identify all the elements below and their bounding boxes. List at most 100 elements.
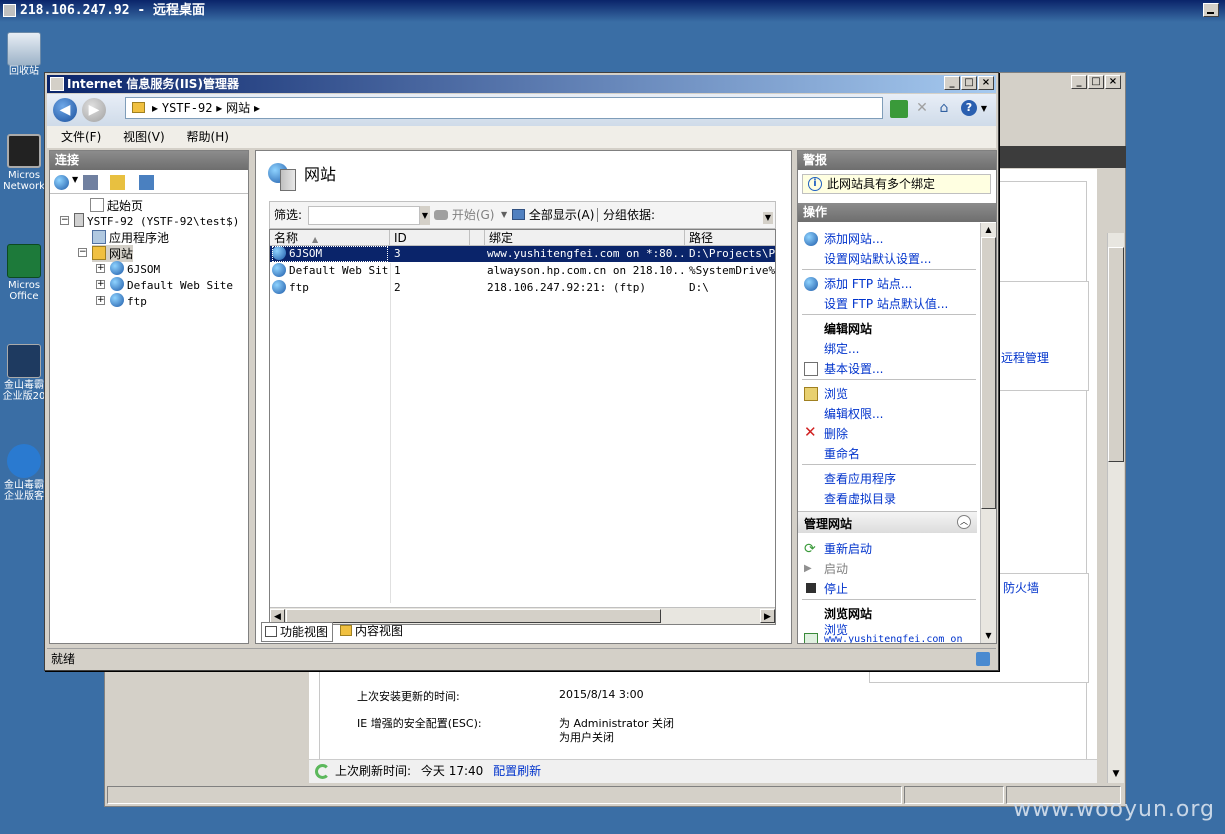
firewall-link[interactable]: 防火墙	[1003, 579, 1039, 596]
collapse-icon[interactable]: ︿	[957, 515, 971, 529]
basic-settings-link[interactable]: 基本设置...	[824, 360, 883, 377]
address-segment-sites[interactable]: 网站	[226, 101, 250, 115]
stop-link[interactable]: 停止	[824, 580, 848, 597]
content-view-icon	[340, 625, 352, 636]
disconnect-icon[interactable]	[139, 175, 154, 190]
add-ftp-link[interactable]: 添加 FTP 站点...	[824, 275, 912, 292]
alert-message: i 此网站具有多个绑定	[802, 174, 991, 194]
minimize-button[interactable]	[1203, 3, 1219, 17]
iis-titlebar[interactable]: Internet 信息服务(IIS)管理器 _ □ ×	[47, 75, 996, 93]
column-header-path[interactable]: 路径	[685, 230, 775, 246]
column-header-binding[interactable]: 绑定	[485, 230, 685, 246]
add-site-icon	[804, 232, 818, 246]
desktop-icon-kingsoft[interactable]: 金山毒霸 企业版20	[2, 344, 46, 402]
address-segment-server[interactable]: YSTF-92	[162, 101, 213, 115]
desktop-icon-office[interactable]: Micros Office	[2, 244, 46, 302]
bindings-link[interactable]: 绑定...	[824, 340, 859, 357]
column-header-name[interactable]: 名称 ▲	[270, 230, 390, 246]
maximize-button[interactable]: □	[961, 76, 977, 90]
browse-site-icon	[804, 633, 818, 643]
start-link[interactable]: 启动	[824, 560, 848, 577]
group-by-dropdown[interactable]: ▼	[763, 212, 773, 224]
tab-content-view[interactable]: 内容视图	[337, 622, 409, 642]
address-bar[interactable]: ▸ YSTF-92 ▸ 网站 ▸	[125, 97, 883, 119]
manage-site-heading: 管理网站	[804, 517, 853, 531]
collapse-toggle[interactable]: −	[78, 248, 87, 257]
page-title: 网站	[304, 165, 337, 184]
refresh-icon[interactable]	[890, 100, 908, 118]
up-folder-icon[interactable]	[110, 175, 125, 190]
scroll-down-arrow[interactable]: ▼	[981, 629, 996, 643]
help-dropdown[interactable]: ? ▼	[961, 100, 989, 118]
desktop-icon-kingsoft-client[interactable]: 金山毒霸 企业版客	[2, 444, 46, 502]
tree-item-site-default[interactable]: Default Web Site	[110, 277, 233, 292]
restart-link[interactable]: 重新启动	[824, 540, 872, 557]
remote-desktop-titlebar[interactable]: 218.106.247.92 - 远程桌面	[0, 0, 1225, 22]
expand-toggle[interactable]: +	[96, 264, 105, 273]
tree-item-app-pools[interactable]: 应用程序池	[92, 229, 169, 246]
table-row[interactable]: ftp 2 218.106.247.92:21: (ftp) D:\	[270, 280, 775, 296]
start-filter-button[interactable]: 开始(G)	[434, 202, 495, 228]
home-icon[interactable]: ⌂	[935, 100, 953, 118]
manage-site-header[interactable]: 管理网站 ︿	[798, 511, 977, 533]
tree-item-site-ftp[interactable]: ftp	[110, 293, 147, 308]
explore-link[interactable]: 浏览	[824, 385, 848, 402]
scroll-down-arrow[interactable]: ▼	[1108, 769, 1124, 783]
filter-dropdown-arrow[interactable]: ▼	[420, 206, 430, 225]
close-button[interactable]: ×	[1105, 75, 1121, 89]
iis-manager-window[interactable]: Internet 信息服务(IIS)管理器 _ □ × ◀ ▶ ▸ YSTF-9…	[44, 72, 999, 671]
excel-icon	[7, 244, 41, 278]
actions-header: 操作	[798, 203, 996, 222]
watermark: www.wooyun.org	[1013, 797, 1215, 822]
view-virtual-directories-link[interactable]: 查看虚拟目录	[824, 490, 896, 507]
site-defaults-link[interactable]: 设置网站默认设置...	[824, 250, 931, 267]
save-icon[interactable]	[83, 175, 98, 190]
scroll-up-arrow[interactable]: ▲	[981, 223, 996, 237]
view-applications-link[interactable]: 查看应用程序	[824, 470, 896, 487]
column-header-id[interactable]: ID	[390, 230, 470, 246]
scrollbar-thumb[interactable]	[981, 237, 996, 509]
expand-toggle[interactable]: +	[96, 296, 105, 305]
minimize-button[interactable]: _	[944, 76, 960, 90]
connect-globe-icon[interactable]	[54, 175, 69, 190]
close-button[interactable]: ×	[978, 76, 994, 90]
desktop-icon-recycle-bin[interactable]: 回收站	[2, 32, 46, 79]
back-arrow-icon[interactable]: ◀	[53, 98, 77, 122]
chevron-down-icon[interactable]: ▼	[501, 202, 507, 228]
rename-link[interactable]: 重命名	[824, 445, 860, 462]
expand-toggle[interactable]: +	[96, 280, 105, 289]
minimize-button[interactable]: _	[1071, 75, 1087, 89]
tab-features-view[interactable]: 功能视图	[261, 622, 333, 642]
scrollbar-thumb[interactable]	[286, 609, 661, 623]
vertical-scrollbar[interactable]: ▼	[1107, 233, 1124, 783]
table-row[interactable]: Default Web Site 1 alwayson.hp.com.cn on…	[270, 263, 775, 279]
scrollbar-thumb[interactable]	[1108, 247, 1124, 462]
scroll-right-arrow[interactable]: ▶	[760, 609, 775, 623]
delete-link[interactable]: 删除	[824, 425, 848, 442]
tree-item-start-page[interactable]: 起始页	[90, 197, 143, 214]
folder-icon	[132, 102, 145, 113]
table-row[interactable]: 6JSOM 3 www.yushitengfei.com on *:80... …	[270, 246, 775, 262]
scroll-left-arrow[interactable]: ◀	[270, 609, 285, 623]
tree-item-server[interactable]: YSTF-92 (YSTF-92\test$)	[74, 213, 239, 228]
show-all-button[interactable]: 全部显示(A)	[512, 202, 594, 228]
start-icon: ▶	[804, 563, 812, 574]
edit-permissions-link[interactable]: 编辑权限...	[824, 405, 883, 422]
desktop-icon-network[interactable]: Micros Network	[2, 134, 46, 192]
stop-icon[interactable]: ✕	[913, 100, 931, 118]
tree-item-site-6jsom[interactable]: 6JSOM	[110, 261, 160, 276]
maximize-button[interactable]: □	[1088, 75, 1104, 89]
menu-help[interactable]: 帮助(H)	[187, 130, 229, 144]
forward-arrow-icon[interactable]: ▶	[82, 98, 106, 122]
add-site-link[interactable]: 添加网站...	[824, 230, 883, 247]
menu-view[interactable]: 视图(V)	[123, 130, 165, 144]
filter-input[interactable]	[308, 206, 420, 225]
menu-file[interactable]: 文件(F)	[61, 130, 101, 144]
remote-management-link[interactable]: 远程管理	[1001, 349, 1049, 366]
ftp-defaults-link[interactable]: 设置 FTP 站点默认值...	[824, 295, 948, 312]
browse-url-link[interactable]: www.yushitengfei.com on	[824, 634, 962, 643]
collapse-toggle[interactable]: −	[60, 216, 69, 225]
configure-refresh-link[interactable]: 配置刷新	[493, 764, 541, 778]
tree-item-sites[interactable]: 网站	[92, 245, 134, 262]
actions-scrollbar[interactable]: ▲ ▼	[980, 223, 996, 643]
